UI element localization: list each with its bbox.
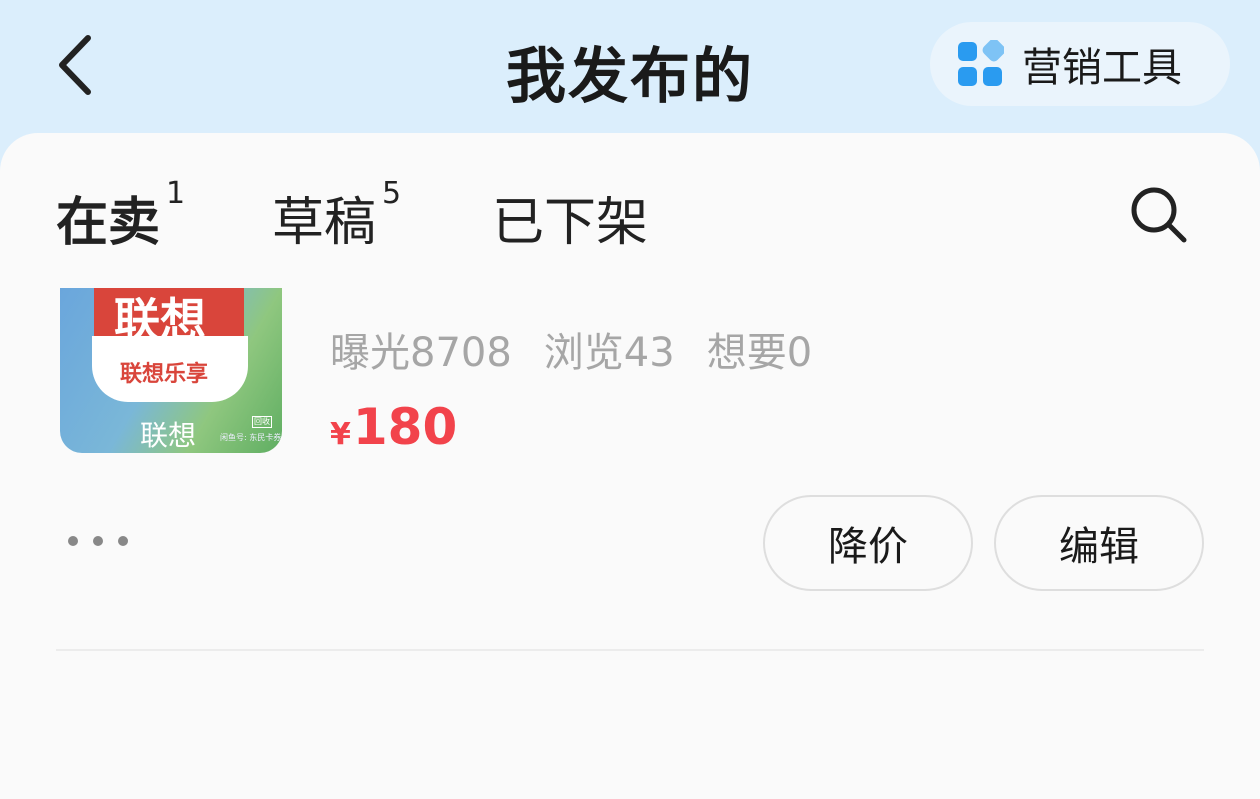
tab-on-sale-label: 在卖: [56, 193, 161, 253]
thumbnail-badge: 回收: [252, 416, 272, 428]
more-icon[interactable]: [68, 536, 128, 552]
listing-stats: 曝光8708 浏览43 想要0: [330, 320, 844, 378]
search-icon[interactable]: [1128, 184, 1188, 244]
tab-on-sale[interactable]: 在卖 1: [56, 176, 185, 255]
reduce-price-button[interactable]: 降价: [763, 495, 973, 591]
thumbnail-card-text: 联想乐享: [120, 362, 209, 387]
tab-offline-label: 已下架: [492, 193, 649, 253]
grid-icon: [958, 40, 1004, 86]
tab-drafts[interactable]: 草稿 5: [272, 176, 401, 255]
tab-drafts-count: 5: [382, 176, 402, 211]
marketing-tools-button[interactable]: 营销工具: [930, 22, 1230, 106]
tab-offline[interactable]: 已下架: [492, 180, 648, 255]
price-currency: ¥: [330, 417, 351, 452]
thumbnail-fine-print: 闲鱼号: 东民卡券: [220, 433, 282, 442]
tab-on-sale-count: 1: [166, 176, 186, 211]
thumbnail-bottom-text: 联想: [140, 419, 197, 452]
tab-drafts-label: 草稿: [272, 193, 377, 253]
exposure-count: 曝光8708: [330, 330, 512, 376]
want-count: 想要0: [706, 330, 813, 376]
price-amount: 180: [352, 398, 458, 456]
divider: [56, 649, 1204, 651]
listing-thumbnail[interactable]: 联想 联想乐享 联想 回收 闲鱼号: 东民卡券: [60, 288, 282, 453]
marketing-tools-label: 营销工具: [1022, 45, 1182, 91]
view-count: 浏览43: [543, 330, 675, 376]
top-bar: 我发布的 营销工具: [0, 0, 1260, 135]
listing-price: ¥180: [330, 398, 457, 456]
edit-button[interactable]: 编辑: [994, 495, 1204, 591]
